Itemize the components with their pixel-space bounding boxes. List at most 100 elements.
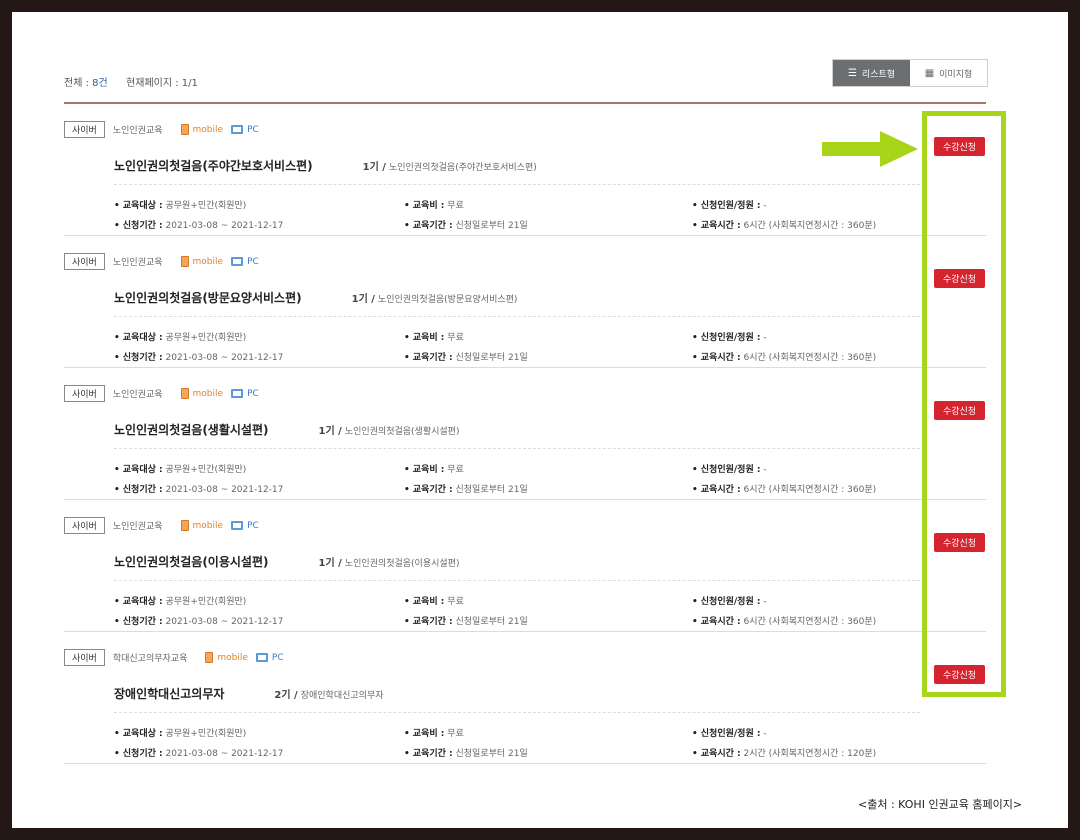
- course-generation-name: 노인인권의첫걸음(주야간보호서비스편): [388, 163, 537, 173]
- capacity-label: 신청인원/정원 :: [700, 465, 761, 475]
- course-item: 사이버 학대신고의무자교육 mobile PC 장애인학대신고의무자 2기 / …: [64, 632, 986, 764]
- edu-time-label: 교육시간 :: [700, 749, 741, 759]
- dashed-divider: [114, 316, 920, 317]
- course-tags: 사이버 노인인권교육 mobile PC: [64, 517, 259, 534]
- monitor-icon: [231, 257, 244, 266]
- capacity-label: 신청인원/정원 :: [700, 201, 761, 211]
- course-tags: 사이버 학대신고의무자교육 mobile PC: [64, 649, 284, 666]
- dashed-divider: [114, 448, 920, 449]
- edu-time-label: 교육시간 :: [700, 617, 741, 627]
- result-summary: 전체 : 8건 현재페이지 : 1/1: [64, 74, 198, 89]
- course-type-badge: 사이버: [64, 517, 105, 534]
- course-list: 사이버 노인인권교육 mobile PC 노인인권의첫걸음(주야간보호서비스편)…: [64, 104, 986, 764]
- course-type-badge: 사이버: [64, 385, 105, 402]
- target-value: 공무원+민간(회원만): [165, 729, 247, 739]
- mobile-tag: mobile: [180, 124, 223, 135]
- pointer-arrow-icon: [822, 131, 918, 167]
- monitor-icon: [231, 521, 244, 530]
- fee-label: 교육비 :: [412, 597, 445, 607]
- course-title[interactable]: 노인인권의첫걸음(주야간보호서비스편): [114, 157, 313, 174]
- apply-period-value: 2021-03-08 ~ 2021-12-17: [165, 617, 284, 627]
- target-label: 교육대상 :: [122, 333, 163, 343]
- total-label: 전체 :: [64, 78, 93, 89]
- edu-time-label: 교육시간 :: [700, 353, 741, 363]
- fee-label: 교육비 :: [412, 729, 445, 739]
- edu-period-value: 신청일로부터 21일: [455, 749, 528, 759]
- course-type-badge: 사이버: [64, 121, 105, 138]
- apply-period-label: 신청기간 :: [122, 485, 163, 495]
- mobile-tag: mobile: [180, 520, 223, 531]
- target-label: 교육대상 :: [122, 597, 163, 607]
- mobile-icon: [180, 124, 189, 135]
- edu-time-value: 2시간 (사회복지연정시간 : 120분): [743, 749, 877, 759]
- mobile-icon: [180, 388, 189, 399]
- view-toggle: ☰ 리스트형 ▦ 이미지형: [832, 59, 988, 87]
- target-value: 공무원+민간(회원만): [165, 201, 247, 211]
- fee-value: 무료: [447, 201, 464, 211]
- list-icon: ☰: [847, 67, 857, 79]
- course-generation: 1기 /: [362, 162, 386, 173]
- page-indicator: 현재페이지 : 1/1: [126, 78, 198, 89]
- capacity-value: -: [763, 201, 767, 211]
- fee-value: 무료: [447, 465, 464, 475]
- target-value: 공무원+민간(회원만): [165, 465, 247, 475]
- course-title[interactable]: 장애인학대신고의무자: [114, 685, 224, 702]
- course-title-line: 노인인권의첫걸음(주야간보호서비스편) 1기 / 노인인권의첫걸음(주야간보호서…: [114, 157, 537, 174]
- course-type-badge: 사이버: [64, 253, 105, 270]
- course-generation-name: 노인인권의첫걸음(생활시설편): [344, 427, 460, 437]
- pc-tag: PC: [255, 653, 284, 663]
- edu-time-value: 6시간 (사회복지연정시간 : 360분): [743, 485, 877, 495]
- course-generation: 1기 /: [318, 426, 342, 437]
- list-view-label: 리스트형: [861, 69, 896, 80]
- list-view-button[interactable]: ☰ 리스트형: [833, 60, 910, 86]
- apply-period-label: 신청기간 :: [122, 617, 163, 627]
- pc-tag: PC: [231, 521, 259, 531]
- edu-time-value: 6시간 (사회복지연정시간 : 360분): [743, 353, 877, 363]
- mobile-icon: [180, 520, 189, 531]
- dashed-divider: [114, 712, 920, 713]
- edu-period-label: 교육기간 :: [412, 221, 453, 231]
- source-credit: <출처 : KOHI 인권교육 홈페이지>: [858, 798, 1023, 811]
- pc-tag: PC: [231, 125, 259, 135]
- edu-period-value: 신청일로부터 21일: [455, 617, 528, 627]
- course-type-badge: 사이버: [64, 649, 105, 666]
- course-tags: 사이버 노인인권교육 mobile PC: [64, 253, 259, 270]
- course-title[interactable]: 노인인권의첫걸음(방문요양서비스편): [114, 289, 302, 306]
- fee-value: 무료: [447, 729, 464, 739]
- apply-period-label: 신청기간 :: [122, 749, 163, 759]
- dashed-divider: [114, 580, 920, 581]
- fee-value: 무료: [447, 597, 464, 607]
- capacity-value: -: [763, 729, 767, 739]
- course-category: 노인인권교육: [112, 522, 163, 532]
- image-view-button[interactable]: ▦ 이미지형: [910, 60, 987, 86]
- course-title-line: 노인인권의첫걸음(이용시설편) 1기 / 노인인권의첫걸음(이용시설편): [114, 553, 459, 570]
- apply-period-value: 2021-03-08 ~ 2021-12-17: [165, 749, 284, 759]
- apply-period-label: 신청기간 :: [122, 221, 163, 231]
- mobile-tag: mobile: [205, 652, 248, 663]
- course-item: 사이버 노인인권교육 mobile PC 노인인권의첫걸음(주야간보호서비스편)…: [64, 104, 986, 236]
- course-tags: 사이버 노인인권교육 mobile PC: [64, 385, 259, 402]
- mobile-icon: [180, 256, 189, 267]
- course-title[interactable]: 노인인권의첫걸음(생활시설편): [114, 421, 269, 438]
- grid-icon: ▦: [924, 67, 935, 79]
- edu-time-value: 6시간 (사회복지연정시간 : 360분): [743, 617, 877, 627]
- apply-period-value: 2021-03-08 ~ 2021-12-17: [165, 221, 284, 231]
- edu-period-value: 신청일로부터 21일: [455, 485, 528, 495]
- apply-period-value: 2021-03-08 ~ 2021-12-17: [165, 353, 284, 363]
- course-title[interactable]: 노인인권의첫걸음(이용시설편): [114, 553, 269, 570]
- total-count: 8건: [92, 78, 108, 89]
- course-title-line: 노인인권의첫걸음(생활시설편) 1기 / 노인인권의첫걸음(생활시설편): [114, 421, 459, 438]
- course-generation: 1기 /: [318, 558, 342, 569]
- course-item: 사이버 노인인권교육 mobile PC 노인인권의첫걸음(생활시설편) 1기 …: [64, 368, 986, 500]
- fee-label: 교육비 :: [412, 465, 445, 475]
- course-title-line: 장애인학대신고의무자 2기 / 장애인학대신고의무자: [114, 685, 384, 702]
- course-title-line: 노인인권의첫걸음(방문요양서비스편) 1기 / 노인인권의첫걸음(방문요양서비스…: [114, 289, 517, 306]
- target-label: 교육대상 :: [122, 465, 163, 475]
- target-value: 공무원+민간(회원만): [165, 333, 247, 343]
- monitor-icon: [255, 653, 268, 662]
- course-category: 노인인권교육: [112, 390, 163, 400]
- edu-period-value: 신청일로부터 21일: [455, 221, 528, 231]
- screenshot-frame: 전체 : 8건 현재페이지 : 1/1 ☰ 리스트형 ▦ 이미지형 사이버 노인…: [12, 12, 1068, 828]
- edu-time-label: 교육시간 :: [700, 485, 741, 495]
- capacity-value: -: [763, 333, 767, 343]
